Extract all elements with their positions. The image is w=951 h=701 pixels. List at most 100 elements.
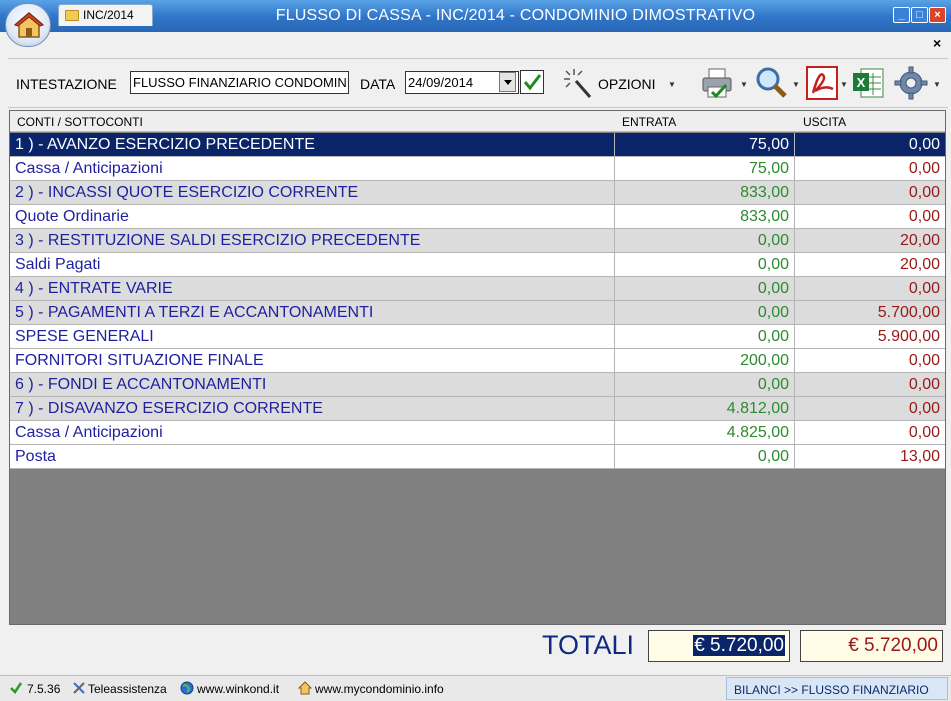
settings-dropdown-icon[interactable]: ▼ xyxy=(933,80,941,89)
intestazione-label: INTESTAZIONE xyxy=(16,76,117,92)
svg-text:X: X xyxy=(857,75,866,90)
row-label: 6 ) - FONDI E ACCANTONAMENTI xyxy=(10,373,615,396)
date-dropdown-button[interactable] xyxy=(499,72,516,92)
row-label: Saldi Pagati xyxy=(10,253,615,276)
excel-icon: X xyxy=(853,68,884,98)
row-label: 7 ) - DISAVANZO ESERCIZIO CORRENTE xyxy=(10,397,615,420)
table-header: CONTI / SOTTOCONTI ENTRATA USCITA xyxy=(10,111,945,132)
version-label: 7.5.36 xyxy=(27,682,61,696)
print-button[interactable] xyxy=(700,65,736,101)
table-row[interactable]: 4 ) - ENTRATE VARIE 0,00 0,00 xyxy=(10,277,945,301)
row-label: Quote Ordinarie xyxy=(10,205,615,228)
preview-dropdown-icon[interactable]: ▼ xyxy=(792,80,800,89)
row-label: Posta xyxy=(10,445,615,468)
options-dropdown-icon[interactable]: ▼ xyxy=(668,80,676,89)
house-icon xyxy=(298,681,312,695)
total-uscita-field[interactable]: € 5.720,00 xyxy=(800,630,943,662)
magic-wand-icon xyxy=(564,69,592,98)
close-window-button[interactable]: × xyxy=(929,7,946,23)
row-uscita: 0,00 xyxy=(908,400,940,417)
row-entrata: 0,00 xyxy=(616,277,795,300)
table-row[interactable]: Posta 0,00 13,00 xyxy=(10,445,945,469)
folder-icon xyxy=(65,10,79,21)
preview-button[interactable] xyxy=(753,65,789,101)
options-button[interactable] xyxy=(560,65,598,101)
check-icon xyxy=(10,682,23,694)
table-row[interactable]: 2 ) - INCASSI QUOTE ESERCIZIO CORRENTE 83… xyxy=(10,181,945,205)
header-entrata: ENTRATA xyxy=(622,115,677,129)
row-entrata: 75,00 xyxy=(616,133,795,156)
toolbar: INTESTAZIONE FLUSSO FINANZIARIO CONDOMIN… xyxy=(8,58,948,108)
home-button[interactable] xyxy=(5,3,51,47)
row-label: Cassa / Anticipazioni xyxy=(10,157,615,180)
row-label: Cassa / Anticipazioni xyxy=(10,421,615,444)
table-row[interactable]: 1 ) - AVANZO ESERCIZIO PRECEDENTE 75,00 0,… xyxy=(10,133,945,157)
table-row[interactable]: Cassa / Anticipazioni 4.825,00 0,00 xyxy=(10,421,945,445)
row-entrata: 4.825,00 xyxy=(616,421,795,444)
total-entrata-field[interactable]: € 5.720,00 xyxy=(648,630,790,662)
table-row[interactable]: SPESE GENERALI 0,00 5.900,00 xyxy=(10,325,945,349)
teleassistenza-link[interactable]: Teleassistenza xyxy=(88,682,167,696)
row-uscita: 0,00 xyxy=(908,160,940,177)
row-label: SPESE GENERALI xyxy=(10,325,615,348)
breadcrumb: BILANCI >> FLUSSO FINANZIARIO xyxy=(726,677,948,700)
row-uscita: 0,00 xyxy=(908,184,940,201)
excel-button[interactable]: X xyxy=(851,65,887,101)
totals-label: TOTALI xyxy=(542,630,635,660)
table-row[interactable]: FORNITORI SITUAZIONE FINALE 200,00 0,00 xyxy=(10,349,945,373)
cash-flow-table: CONTI / SOTTOCONTI ENTRATA USCITA 1 ) - … xyxy=(9,110,946,625)
globe-icon xyxy=(180,681,194,695)
close-tab-button[interactable]: × xyxy=(933,35,941,51)
status-bar: 7.5.36 Teleassistenza www.winkond.it www… xyxy=(0,675,951,701)
pdf-button[interactable] xyxy=(805,65,841,101)
minimize-button[interactable]: _ xyxy=(893,7,910,23)
table-row[interactable]: 3 ) - RESTITUZIONE SALDI ESERCIZIO PRECE… xyxy=(10,229,945,253)
row-entrata: 0,00 xyxy=(616,325,795,348)
header-conti: CONTI / SOTTOCONTI xyxy=(17,115,143,129)
checkmark-icon xyxy=(523,74,542,91)
mycondominio-link[interactable]: www.mycondominio.info xyxy=(315,682,444,696)
row-uscita: 5.900,00 xyxy=(877,328,940,345)
row-label: 4 ) - ENTRATE VARIE xyxy=(10,277,615,300)
row-uscita: 20,00 xyxy=(899,232,940,249)
table-row[interactable]: Quote Ordinarie 833,00 0,00 xyxy=(10,205,945,229)
row-entrata: 833,00 xyxy=(616,181,795,204)
print-dropdown-icon[interactable]: ▼ xyxy=(740,80,748,89)
document-tab-label: INC/2014 xyxy=(83,8,134,22)
settings-button[interactable] xyxy=(893,65,929,101)
magnifier-icon xyxy=(756,67,787,98)
table-row[interactable]: 7 ) - DISAVANZO ESERCIZIO CORRENTE 4.812,… xyxy=(10,397,945,421)
window-title: FLUSSO DI CASSA - INC/2014 - CONDOMINIO … xyxy=(275,7,756,24)
row-uscita: 0,00 xyxy=(908,424,940,441)
row-uscita: 13,00 xyxy=(899,448,940,465)
row-uscita: 5.700,00 xyxy=(877,304,940,321)
table-row[interactable]: Cassa / Anticipazioni 75,00 0,00 xyxy=(10,157,945,181)
winkond-link[interactable]: www.winkond.it xyxy=(197,682,279,696)
intestazione-input[interactable]: FLUSSO FINANZIARIO CONDOMINIO xyxy=(130,71,349,94)
row-uscita: 0,00 xyxy=(908,280,940,297)
pdf-icon xyxy=(806,66,838,100)
row-label: FORNITORI SITUAZIONE FINALE xyxy=(10,349,615,372)
table-row[interactable]: Saldi Pagati 0,00 20,00 xyxy=(10,253,945,277)
row-label: 3 ) - RESTITUZIONE SALDI ESERCIZIO PRECE… xyxy=(10,229,615,252)
table-row[interactable]: 5 ) - PAGAMENTI A TERZI E ACCANTONAMENTI… xyxy=(10,301,945,325)
row-entrata: 0,00 xyxy=(616,445,795,468)
row-uscita: 0,00 xyxy=(908,136,940,153)
table-row[interactable]: 6 ) - FONDI E ACCANTONAMENTI 0,00 0,00 xyxy=(10,373,945,397)
row-entrata: 833,00 xyxy=(616,205,795,228)
row-label: 2 ) - INCASSI QUOTE ESERCIZIO CORRENTE xyxy=(10,181,615,204)
confirm-date-button[interactable] xyxy=(520,70,544,94)
options-label[interactable]: OPZIONI xyxy=(598,76,656,92)
tools-icon xyxy=(73,682,85,694)
total-entrata-value: € 5.720,00 xyxy=(693,635,785,656)
gear-icon xyxy=(894,66,928,100)
row-uscita: 0,00 xyxy=(908,208,940,225)
row-label: 5 ) - PAGAMENTI A TERZI E ACCANTONAMENTI xyxy=(10,301,615,324)
row-entrata: 200,00 xyxy=(616,349,795,372)
maximize-button[interactable]: □ xyxy=(911,7,928,23)
document-tab[interactable]: INC/2014 xyxy=(58,4,153,26)
row-label: 1 ) - AVANZO ESERCIZIO PRECEDENTE xyxy=(10,133,615,156)
row-uscita: 0,00 xyxy=(908,376,940,393)
row-entrata: 0,00 xyxy=(616,373,795,396)
pdf-dropdown-icon[interactable]: ▼ xyxy=(840,80,848,89)
